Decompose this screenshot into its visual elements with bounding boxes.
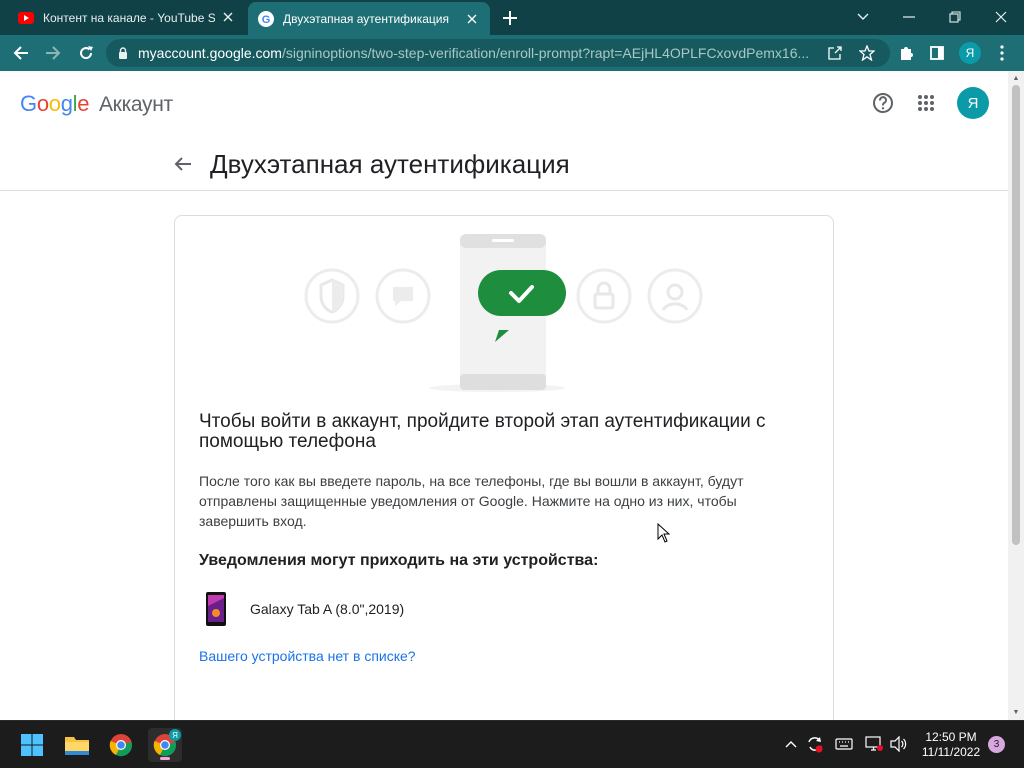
restore-icon[interactable] [942,4,968,30]
tab-title: Двухэтапная аутентификация [283,11,450,26]
url-host: myaccount.google.com [138,45,282,61]
scroll-up-icon[interactable]: ▲ [1011,73,1021,83]
google-account-header: Google Аккаунт Я [0,71,1008,137]
youtube-icon [18,10,34,26]
clock-date: 11/11/2022 [921,745,981,759]
browser-tab-bar: Контент на канале - YouTube Studio G Дву… [0,0,1024,35]
scroll-down-icon[interactable]: ▼ [1011,707,1021,717]
device-not-listed-link[interactable]: Вашего устройства нет в списке? [199,648,416,664]
tab-two-step-verification[interactable]: G Двухэтапная аутентификация [248,2,490,35]
windows-logo-icon [21,734,43,756]
start-button[interactable] [15,728,49,762]
back-arrow-icon[interactable] [170,151,196,177]
mouse-cursor [657,523,671,543]
chrome-button[interactable] [104,728,138,762]
chrome-profile-button[interactable]: Я [148,728,182,762]
network-icon[interactable] [863,733,885,755]
help-icon[interactable] [870,90,896,116]
account-avatar[interactable]: Я [957,87,989,119]
close-window-icon[interactable] [988,4,1014,30]
google-icon: G [258,10,274,27]
card-description: После того как вы введете пароль, на все… [199,473,744,529]
clock-time: 12:50 PM [925,730,977,744]
close-tab-icon[interactable] [220,9,236,25]
google-account-logo[interactable]: Google Аккаунт [20,91,173,117]
system-clock[interactable]: 12:50 PM 11/11/2022 [918,730,984,760]
phone-prompt-illustration [304,234,703,392]
windows-taskbar: Я 12:50 PM 11/11/2022 3 [0,720,1024,768]
tablet-icon [206,592,226,626]
file-explorer-button[interactable] [60,728,94,762]
address-bar[interactable]: myaccount.google.com/signinoptions/two-s… [106,39,890,67]
page-viewport: Google Аккаунт Я Двухэтапная аутентифика… [0,71,1008,720]
chrome-icon [109,734,132,757]
device-item: Galaxy Tab A (8.0",2019) [205,592,404,626]
profile-avatar[interactable]: Я [959,42,981,64]
two-step-card: Чтобы войти в аккаунт, пройдите второй э… [174,215,834,720]
page-title-bar: Двухэтапная аутентификация [0,137,1008,191]
sync-icon[interactable] [804,733,826,755]
devices-heading: Уведомления могут приходить на эти устро… [199,552,599,569]
product-name: Аккаунт [98,93,173,116]
tab-title: Контент на канале - YouTube Studio [43,10,215,25]
lock-icon[interactable] [118,47,128,59]
show-hidden-icons-icon[interactable] [780,733,802,755]
browser-toolbar: myaccount.google.com/signinoptions/two-s… [0,35,1024,71]
svg-text:G: G [262,14,271,26]
side-panel-icon[interactable] [924,40,950,66]
minimize-icon[interactable] [896,4,922,30]
share-icon[interactable] [822,40,848,66]
extensions-icon[interactable] [893,40,919,66]
close-tab-icon[interactable] [464,11,480,27]
url-path: /signinoptions/two-step-verification/enr… [281,45,810,61]
scroll-thumb[interactable] [1012,85,1020,545]
keyboard-icon[interactable] [833,733,855,755]
tab-search-icon[interactable] [850,4,876,30]
active-app-indicator [160,757,170,760]
forward-icon[interactable] [40,40,66,66]
menu-kebab-icon[interactable] [989,40,1015,66]
google-apps-icon[interactable] [913,90,939,116]
folder-icon [65,737,89,755]
reload-icon[interactable] [73,40,99,66]
back-icon[interactable] [8,40,34,66]
bookmark-star-icon[interactable] [854,40,880,66]
page-scrollbar[interactable]: ▲ ▼ [1008,71,1024,720]
profile-badge: Я [169,729,181,741]
notification-count-badge[interactable]: 3 [988,736,1005,753]
device-name: Galaxy Tab A (8.0",2019) [250,601,405,617]
page-title: Двухэтапная аутентификация [210,149,570,179]
card-heading: Чтобы войти в аккаунт, пройдите второй э… [199,411,766,452]
volume-icon[interactable] [888,733,910,755]
tab-youtube-studio[interactable]: Контент на канале - YouTube Studio [0,0,246,35]
new-tab-button[interactable] [498,6,522,30]
